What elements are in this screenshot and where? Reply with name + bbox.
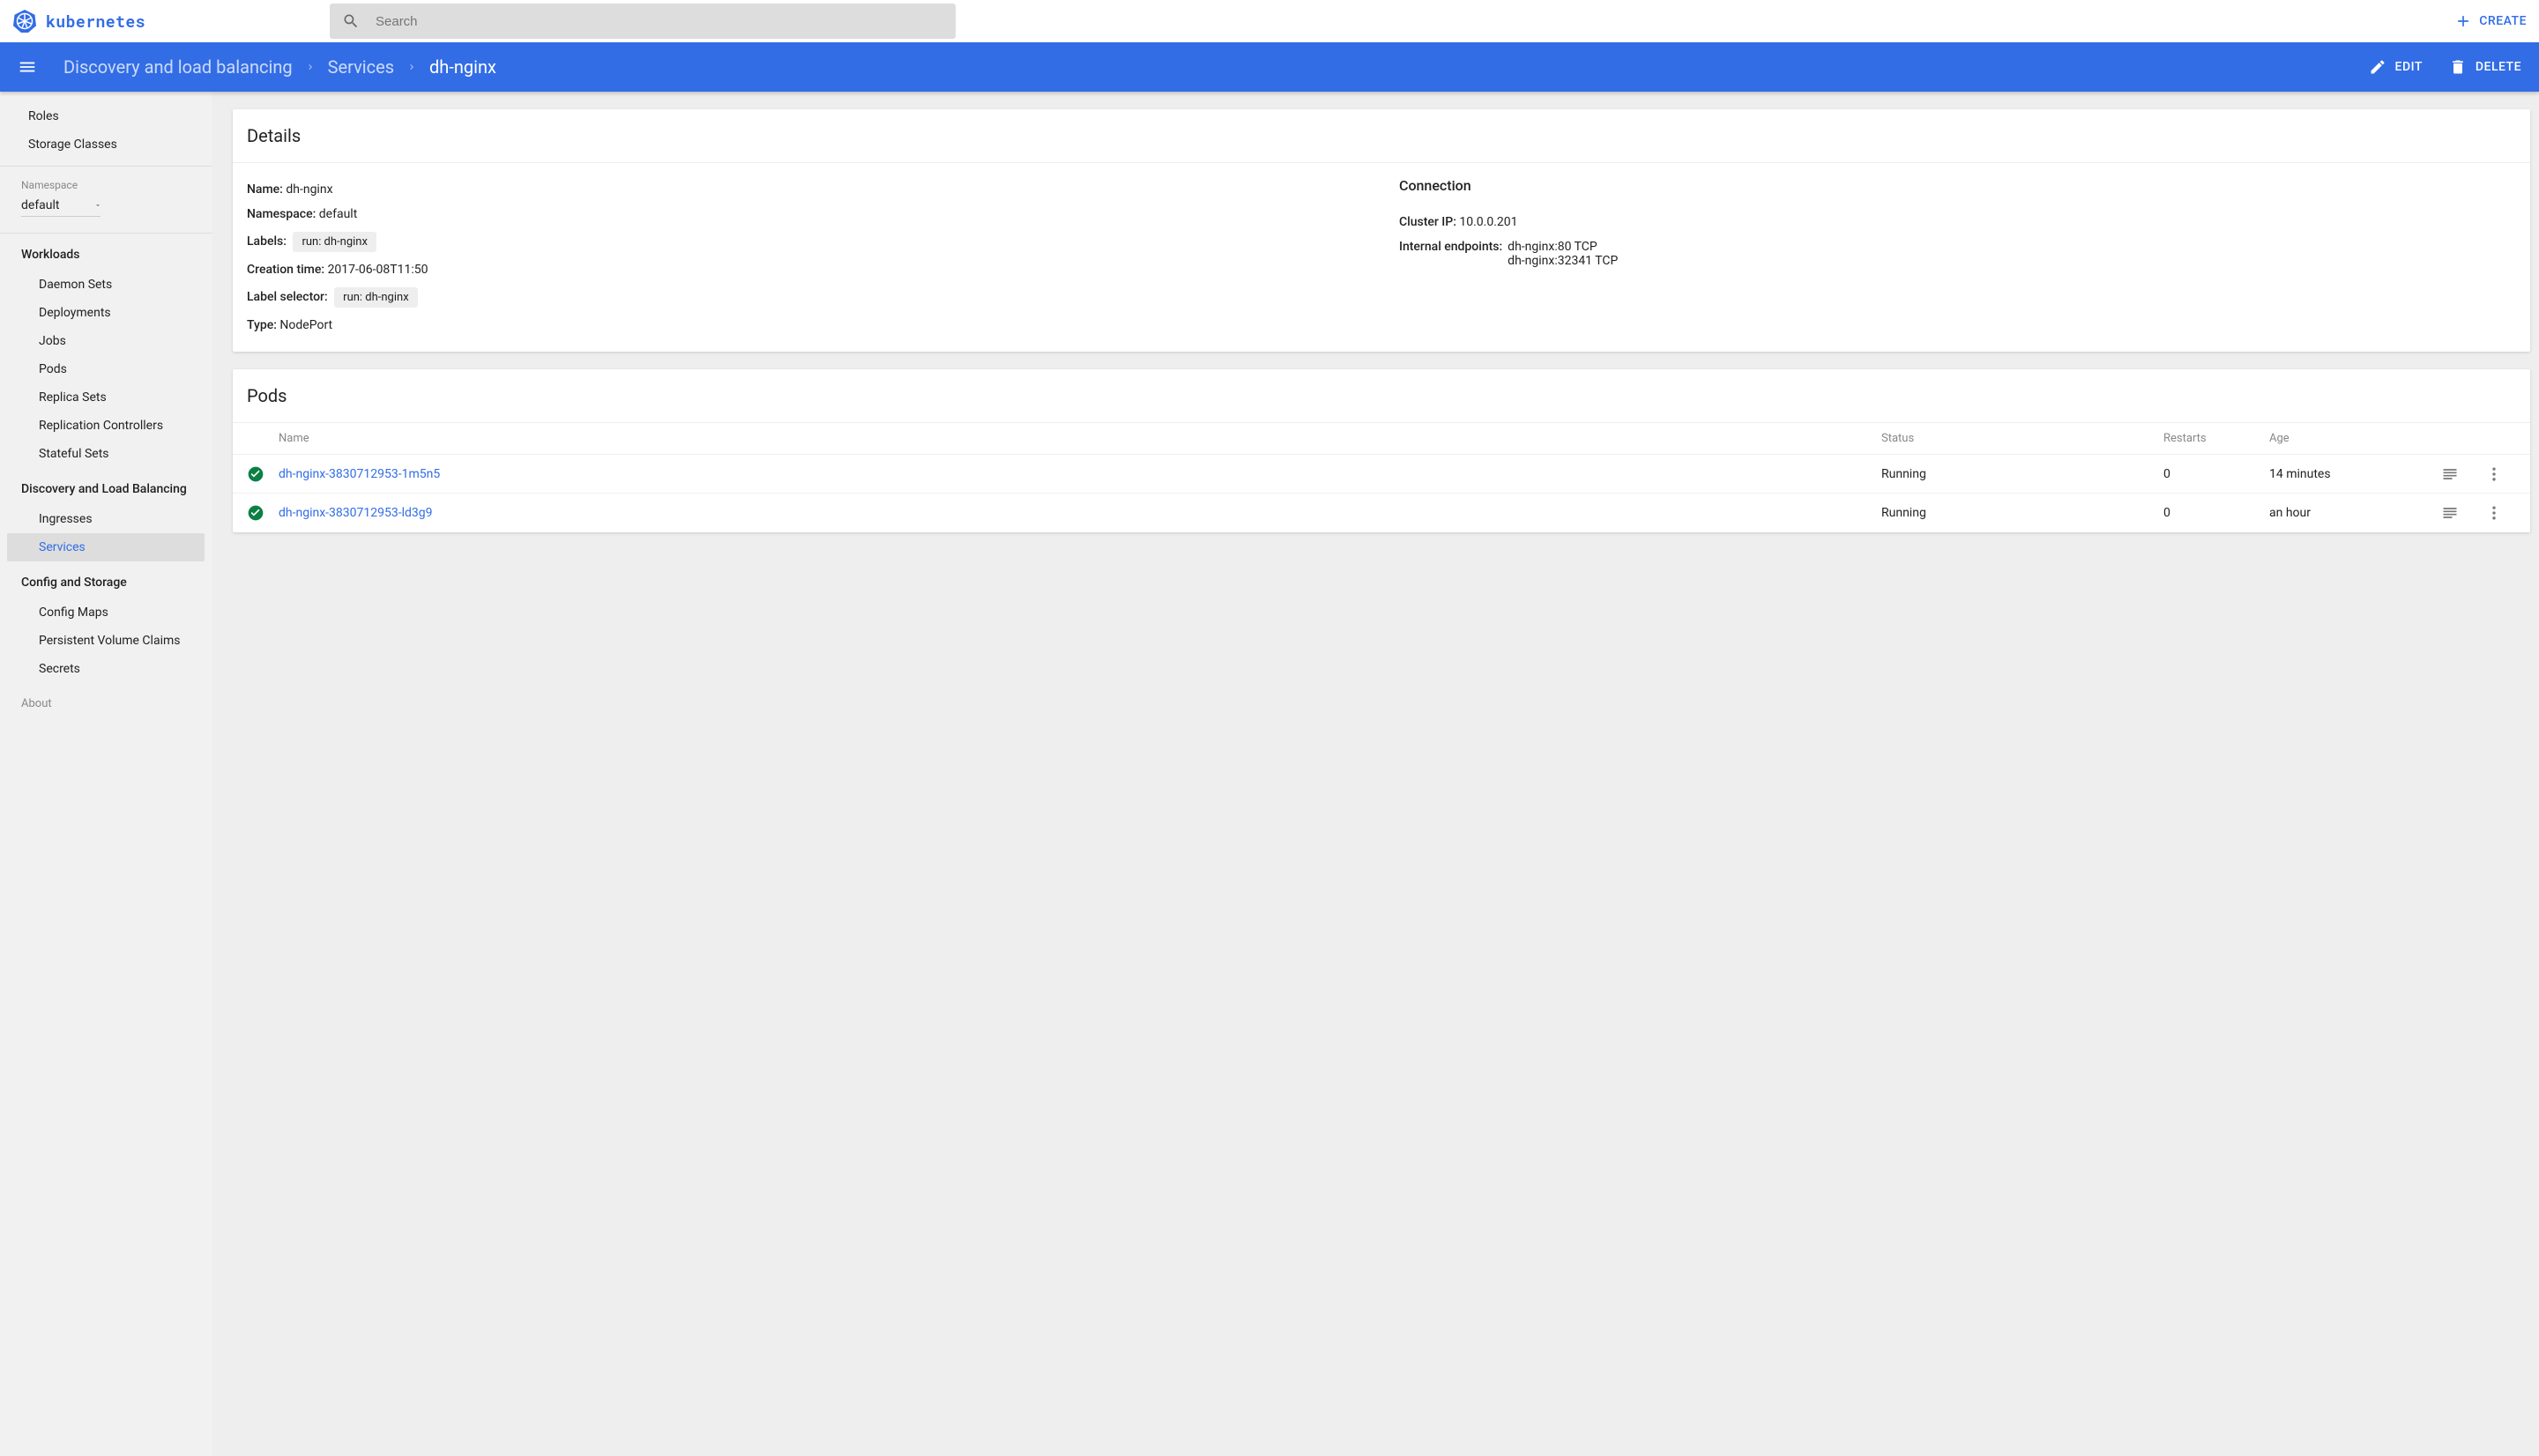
connection-title: Connection xyxy=(1399,177,2516,194)
breadcrumb-current: dh-nginx xyxy=(429,56,496,78)
internal-endpoint-2: dh-nginx:32341 TCP xyxy=(1508,254,1618,268)
pod-status: Running xyxy=(1881,467,2163,481)
selector-key: Label selector: xyxy=(247,290,328,304)
sidebar-item[interactable]: Replica Sets xyxy=(7,383,205,412)
search-icon xyxy=(342,12,360,30)
pod-age: 14 minutes xyxy=(2269,467,2428,481)
creation-time-key: Creation time: xyxy=(247,263,324,277)
about-link[interactable]: About xyxy=(0,683,212,724)
internal-endpoints-key: Internal endpoints: xyxy=(1399,240,1502,268)
main-content: Details Name: dh-nginx Namespace: defaul… xyxy=(212,92,2539,1456)
breadcrumb: Discovery and load balancing Services dh… xyxy=(63,56,496,78)
namespace-select[interactable]: default xyxy=(21,198,101,217)
hamburger-icon[interactable] xyxy=(18,57,37,77)
more-vert-icon[interactable] xyxy=(2472,465,2516,483)
sidebar-item[interactable]: Daemon Sets xyxy=(7,271,205,299)
type-key: Type: xyxy=(247,318,277,332)
delete-label: DELETE xyxy=(2476,60,2521,74)
sidebar-item[interactable]: Config Maps xyxy=(7,598,205,627)
selector-chip: run: dh-nginx xyxy=(334,287,417,308)
edit-button[interactable]: EDIT xyxy=(2369,58,2423,76)
edit-label: EDIT xyxy=(2395,60,2423,74)
labels-key: Labels: xyxy=(247,234,287,249)
sidebar-item[interactable]: Pods xyxy=(7,355,205,383)
plus-icon xyxy=(2454,12,2472,30)
namespace-key: Namespace: xyxy=(247,207,316,221)
table-row: dh-nginx-3830712953-ld3g9Running0an hour xyxy=(233,494,2530,532)
namespace-value: default xyxy=(21,198,60,212)
type-value: NodePort xyxy=(279,318,332,332)
sidebar-group-header[interactable]: Config and Storage xyxy=(0,567,212,598)
table-row: dh-nginx-3830712953-1m5n5Running014 minu… xyxy=(233,455,2530,494)
logs-icon[interactable] xyxy=(2428,465,2472,483)
search-bar[interactable] xyxy=(330,4,956,39)
breadcrumb-section[interactable]: Discovery and load balancing xyxy=(63,56,293,78)
create-label: CREATE xyxy=(2479,14,2527,28)
sidebar: RolesStorage Classes Namespace default W… xyxy=(0,92,212,1456)
logo[interactable]: kubernetes xyxy=(12,9,242,33)
sidebar-item[interactable]: Roles xyxy=(7,102,205,130)
logs-icon[interactable] xyxy=(2428,504,2472,522)
pods-title: Pods xyxy=(233,369,2530,423)
sidebar-item[interactable]: Storage Classes xyxy=(7,130,205,159)
brand-text: kubernetes xyxy=(46,11,145,32)
pod-name-link[interactable]: dh-nginx-3830712953-ld3g9 xyxy=(279,506,1881,520)
subheader: Discovery and load balancing Services dh… xyxy=(0,42,2539,92)
chevron-right-icon xyxy=(406,62,417,72)
col-name: Name xyxy=(279,432,1881,445)
sidebar-group-header[interactable]: Discovery and Load Balancing xyxy=(0,473,212,505)
label-chip: run: dh-nginx xyxy=(293,232,376,252)
breadcrumb-parent[interactable]: Services xyxy=(328,56,394,78)
creation-time-value: 2017-06-08T11:50 xyxy=(328,263,428,277)
sidebar-item[interactable]: Persistent Volume Claims xyxy=(7,627,205,655)
sidebar-item[interactable]: Secrets xyxy=(7,655,205,683)
pods-table-header: Name Status Restarts Age xyxy=(233,423,2530,455)
col-age: Age xyxy=(2269,432,2428,445)
details-card: Details Name: dh-nginx Namespace: defaul… xyxy=(233,109,2530,352)
pod-status: Running xyxy=(1881,506,2163,520)
sidebar-item[interactable]: Replication Controllers xyxy=(7,412,205,440)
sidebar-group-header[interactable]: Workloads xyxy=(0,239,212,271)
name-key: Name: xyxy=(247,182,283,197)
trash-icon xyxy=(2449,58,2467,76)
triangle-down-icon xyxy=(93,201,102,210)
create-button[interactable]: CREATE xyxy=(2454,12,2527,30)
status-ok-icon xyxy=(247,465,264,483)
search-input[interactable] xyxy=(376,14,943,29)
kubernetes-logo-icon xyxy=(12,9,37,33)
namespace-block: Namespace default xyxy=(0,166,212,234)
cluster-ip-key: Cluster IP: xyxy=(1399,215,1456,229)
internal-endpoint-1: dh-nginx:80 TCP xyxy=(1508,240,1618,254)
pencil-icon xyxy=(2369,58,2386,76)
cluster-ip-value: 10.0.0.201 xyxy=(1459,215,1517,229)
pod-restarts: 0 xyxy=(2163,467,2269,481)
details-right-col: Connection Cluster IP: 10.0.0.201 Intern… xyxy=(1399,177,2516,338)
sidebar-item[interactable]: Jobs xyxy=(7,327,205,355)
details-title: Details xyxy=(233,109,2530,163)
status-ok-icon xyxy=(247,504,264,522)
pod-name-link[interactable]: dh-nginx-3830712953-1m5n5 xyxy=(279,467,1881,481)
pod-restarts: 0 xyxy=(2163,506,2269,520)
sidebar-item[interactable]: Stateful Sets xyxy=(7,440,205,468)
namespace-label: Namespace xyxy=(21,179,190,191)
sidebar-item[interactable]: Ingresses xyxy=(7,505,205,533)
namespace-value: default xyxy=(319,207,358,221)
name-value: dh-nginx xyxy=(286,182,332,197)
chevron-right-icon xyxy=(305,62,316,72)
col-restarts: Restarts xyxy=(2163,432,2269,445)
sidebar-item[interactable]: Services xyxy=(7,533,205,561)
more-vert-icon[interactable] xyxy=(2472,504,2516,522)
topbar: kubernetes CREATE xyxy=(0,0,2539,42)
delete-button[interactable]: DELETE xyxy=(2449,58,2521,76)
col-status: Status xyxy=(1881,432,2163,445)
pods-card: Pods Name Status Restarts Age dh-nginx-3… xyxy=(233,369,2530,532)
details-left-col: Name: dh-nginx Namespace: default Labels… xyxy=(247,177,1364,338)
header-actions: EDIT DELETE xyxy=(2369,58,2521,76)
pod-age: an hour xyxy=(2269,506,2428,520)
sidebar-item[interactable]: Deployments xyxy=(7,299,205,327)
